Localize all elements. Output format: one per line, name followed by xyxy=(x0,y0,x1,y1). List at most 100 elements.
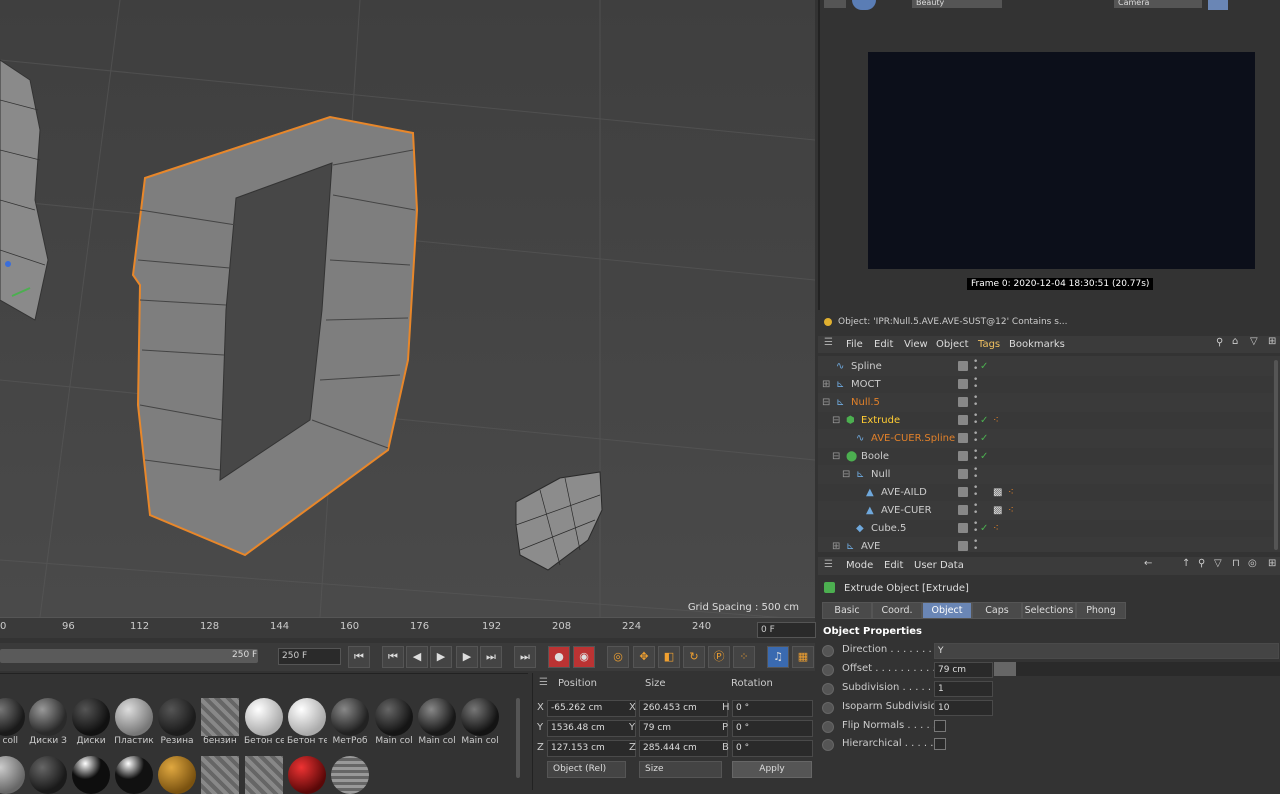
filter-icon[interactable]: ▽ xyxy=(1214,558,1222,569)
filter-icon[interactable]: ▽ xyxy=(1250,336,1258,347)
texture-tag-icon[interactable]: ▩ xyxy=(993,484,1002,501)
collapse-icon[interactable]: ⊟ xyxy=(832,412,840,429)
record-icon[interactable]: ● xyxy=(548,646,570,668)
pla-key-icon[interactable]: ⁘ xyxy=(733,646,755,668)
object-row[interactable]: ◆ Cube.5 • • ✓ ⁖ xyxy=(818,520,1273,537)
tag-icon[interactable]: ⁖ xyxy=(993,520,999,537)
enabled-check-icon[interactable]: ✓ xyxy=(980,430,988,447)
expand-icon[interactable]: ⊞ xyxy=(832,538,840,555)
film-icon[interactable]: ▦ xyxy=(792,646,814,668)
animate-radio[interactable] xyxy=(822,664,834,676)
render-dots-icon[interactable]: • • xyxy=(973,538,978,554)
object-row[interactable]: ⊞ ⊾ MOCT • • xyxy=(818,376,1273,393)
tab-phong[interactable]: Phong xyxy=(1076,602,1126,619)
material-swatch[interactable] xyxy=(114,756,154,794)
move-key-icon[interactable]: ✥ xyxy=(633,646,655,668)
tag-icon[interactable]: ⁖ xyxy=(1008,484,1014,501)
play-icon[interactable]: ▶ xyxy=(430,646,452,668)
offset-field[interactable]: 79 cm xyxy=(934,662,993,678)
size-mode-dropdown[interactable]: Size xyxy=(639,761,722,778)
tab-caps[interactable]: Caps xyxy=(972,602,1022,619)
render-dots-icon[interactable]: • • xyxy=(973,520,978,536)
object-row[interactable]: ⊟ ⊾ Null.5 • • xyxy=(818,394,1273,411)
animate-radio[interactable] xyxy=(822,721,834,733)
visibility-toggle[interactable] xyxy=(958,469,968,479)
isoparm-field[interactable]: 10 xyxy=(934,700,993,716)
animate-radio[interactable] xyxy=(822,683,834,695)
tab-basic[interactable]: Basic xyxy=(822,602,872,619)
material-swatch[interactable]: Диски З xyxy=(28,698,68,746)
back-arrow-icon[interactable]: ← xyxy=(1144,558,1152,569)
menu-mode[interactable]: Mode xyxy=(846,560,873,571)
tab-coord[interactable]: Coord. xyxy=(872,602,922,619)
lock-icon[interactable]: ⊓ xyxy=(1232,558,1240,569)
object-row[interactable]: ▲ AVE-CUER • • ▩ ⁖ xyxy=(818,502,1273,519)
visibility-toggle[interactable] xyxy=(958,451,968,461)
tag-icon[interactable]: ⁖ xyxy=(993,412,999,429)
object-tree-scrollbar[interactable] xyxy=(1274,360,1278,550)
material-swatch[interactable]: бензин xyxy=(200,698,240,746)
range-end-field[interactable]: 250 F xyxy=(278,648,341,665)
menu-edit[interactable]: Edit xyxy=(874,339,893,350)
material-swatch[interactable] xyxy=(330,756,370,794)
menu-bookmarks[interactable]: Bookmarks xyxy=(1009,339,1065,350)
material-swatch[interactable] xyxy=(244,756,284,794)
autokey-icon[interactable]: ◉ xyxy=(573,646,595,668)
position-y-field[interactable]: 1536.48 cm xyxy=(547,720,636,737)
material-swatch[interactable] xyxy=(28,756,68,794)
position-z-field[interactable]: 127.153 cm xyxy=(547,740,636,757)
size-z-field[interactable]: 285.444 cm xyxy=(639,740,728,757)
offset-slider-fill[interactable] xyxy=(994,662,1016,676)
render-dots-icon[interactable]: • • xyxy=(973,484,978,500)
step-forward-icon[interactable]: ▶ xyxy=(456,646,478,668)
rotation-p-field[interactable]: 0 ° xyxy=(732,720,813,737)
3d-viewport[interactable]: Grid Spacing : 500 cm xyxy=(0,0,815,617)
render-dots-icon[interactable]: • • xyxy=(973,394,978,410)
visibility-toggle[interactable] xyxy=(958,379,968,389)
texture-tag-icon[interactable]: ▩ xyxy=(993,502,1002,519)
enabled-check-icon[interactable]: ✓ xyxy=(980,412,988,429)
search-icon[interactable]: ⚲ xyxy=(1216,337,1223,348)
offset-slider-track[interactable] xyxy=(994,662,1280,676)
visibility-toggle[interactable] xyxy=(958,541,968,551)
visibility-toggle[interactable] xyxy=(958,397,968,407)
render-dots-icon[interactable]: • • xyxy=(973,412,978,428)
up-arrow-icon[interactable]: ↑ xyxy=(1182,558,1190,569)
subdivision-field[interactable]: 1 xyxy=(934,681,993,697)
enabled-check-icon[interactable]: ✓ xyxy=(980,520,988,537)
render-toolbar-button[interactable] xyxy=(852,0,876,10)
camera-dropdown[interactable]: Camera xyxy=(1114,0,1202,8)
material-swatch[interactable] xyxy=(71,756,111,794)
material-swatch[interactable]: Пластик xyxy=(114,698,154,746)
coordinate-mode-dropdown[interactable]: Object (Rel) xyxy=(547,761,626,778)
material-swatch[interactable]: Бетон се xyxy=(244,698,284,746)
animate-radio[interactable] xyxy=(822,702,834,714)
add-icon[interactable]: ⊞ xyxy=(1268,336,1276,347)
collapse-icon[interactable]: ⊟ xyxy=(822,394,830,411)
material-swatch[interactable]: Main col xyxy=(374,698,414,746)
scale-key-icon[interactable]: ◧ xyxy=(658,646,680,668)
render-dots-icon[interactable]: • • xyxy=(973,430,978,446)
visibility-toggle[interactable] xyxy=(958,361,968,371)
render-toolbar-button[interactable] xyxy=(1208,0,1228,10)
tag-icon[interactable]: ⁖ xyxy=(1008,502,1014,519)
position-x-field[interactable]: -65.262 cm xyxy=(547,700,636,717)
material-swatch[interactable] xyxy=(200,756,240,794)
menu-tags[interactable]: Tags xyxy=(978,339,1000,350)
object-row[interactable]: ⊟ ⬤ Boole • • ✓ xyxy=(818,448,1273,465)
material-swatch[interactable] xyxy=(157,756,197,794)
timeline-ruler[interactable]: 0 96 112 128 144 160 176 192 208 224 240 xyxy=(0,617,815,638)
menu-object[interactable]: Object xyxy=(936,339,969,350)
menu-edit[interactable]: Edit xyxy=(884,560,903,571)
rotate-key-icon[interactable]: ↻ xyxy=(683,646,705,668)
collapse-icon[interactable]: ⊟ xyxy=(842,466,850,483)
material-swatch[interactable]: МетРоб xyxy=(330,698,370,746)
menu-user-data[interactable]: User Data xyxy=(914,560,964,571)
material-scrollbar[interactable] xyxy=(516,698,520,778)
rotation-b-field[interactable]: 0 ° xyxy=(732,740,813,757)
hierarchical-checkbox[interactable] xyxy=(934,738,946,750)
sound-icon[interactable]: ♫ xyxy=(767,646,789,668)
object-row[interactable]: ⊟ ⬢ Extrude • • ✓ ⁖ xyxy=(818,412,1273,429)
material-swatch[interactable]: Резина xyxy=(157,698,197,746)
menu-view[interactable]: View xyxy=(904,339,928,350)
